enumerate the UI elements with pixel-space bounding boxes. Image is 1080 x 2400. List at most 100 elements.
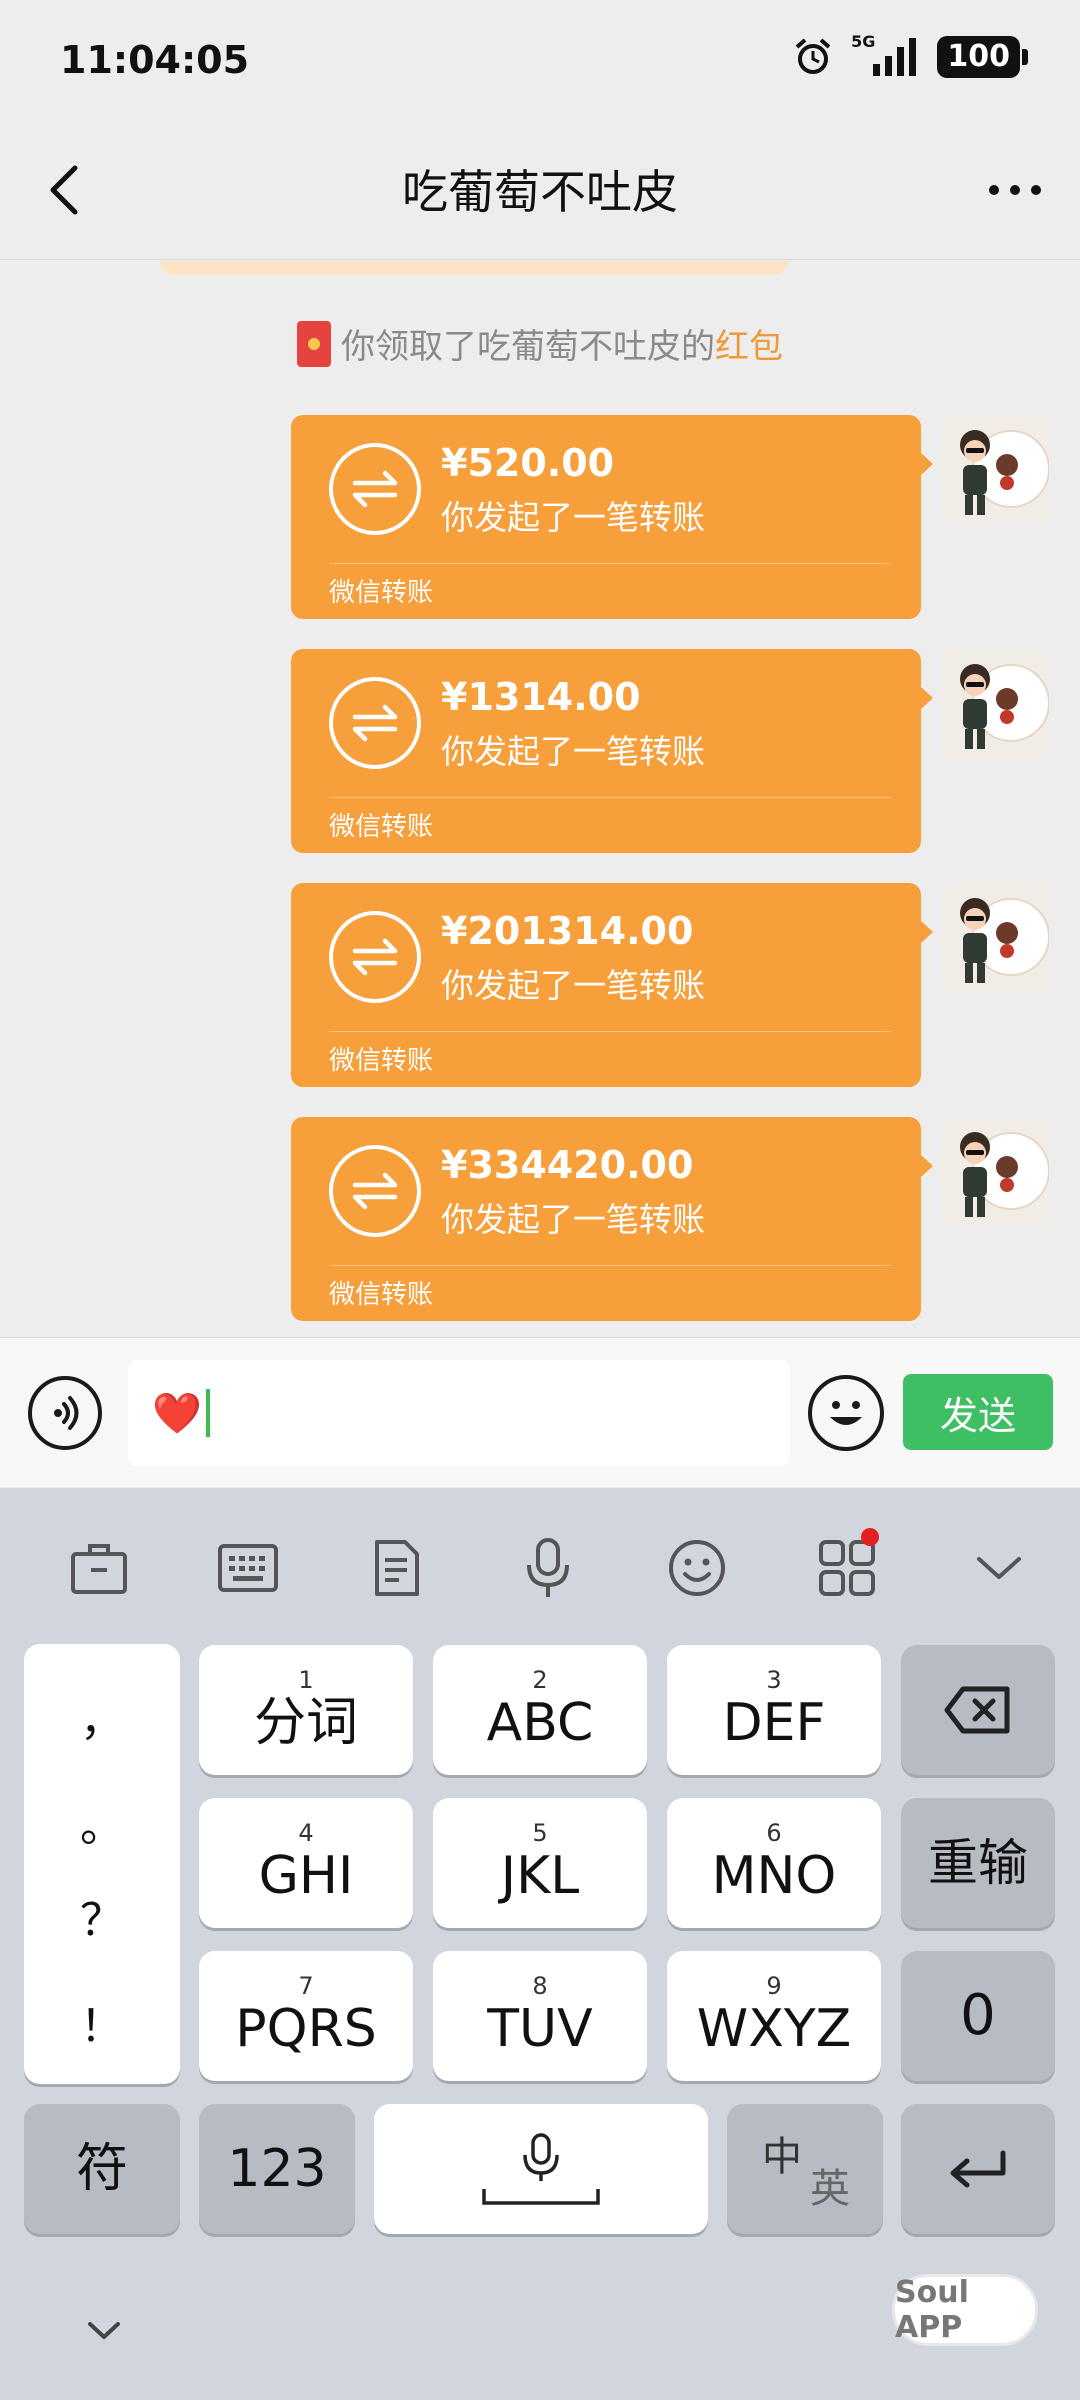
transfer-icon bbox=[329, 677, 421, 769]
key-9[interactable]: 9 WXYZ bbox=[667, 1951, 881, 2081]
key-8[interactable]: 8 TUV bbox=[433, 1951, 647, 2081]
key-label: TUV bbox=[487, 1999, 593, 2059]
message-row: ¥201314.00 你发起了一笔转账 微信转账 bbox=[0, 883, 1080, 1087]
key-label: MNO bbox=[711, 1846, 837, 1906]
punctuation-column[interactable]: ， 。 ？ ！ bbox=[24, 1644, 180, 2084]
input-bar: ❤️ 发送 bbox=[0, 1337, 1080, 1487]
message-row: ¥334420.00 你发起了一笔转账 微信转账 bbox=[0, 1117, 1080, 1321]
system-notice-text: 你领取了吃葡萄不吐皮的 bbox=[341, 327, 715, 367]
transfer-card[interactable]: ¥201314.00 你发起了一笔转账 微信转账 bbox=[291, 883, 933, 1087]
keyboard-toolbar bbox=[0, 1488, 1080, 1638]
transfer-description: 你发起了一笔转账 bbox=[441, 1200, 705, 1239]
send-button[interactable]: 发送 bbox=[903, 1374, 1053, 1450]
microphone-icon bbox=[482, 2133, 600, 2205]
key-number: 7 bbox=[298, 1972, 314, 2000]
punct-period[interactable]: 。 bbox=[24, 1790, 180, 1854]
message-row: ¥1314.00 你发起了一笔转账 微信转账 bbox=[0, 649, 1080, 853]
text-caret bbox=[205, 1389, 210, 1437]
key-6[interactable]: 6 MNO bbox=[667, 1798, 881, 1928]
transfer-divider bbox=[329, 797, 891, 798]
message-input[interactable]: ❤️ bbox=[128, 1360, 790, 1466]
transfer-card[interactable]: ¥334420.00 你发起了一笔转账 微信转账 bbox=[291, 1117, 933, 1321]
key-3[interactable]: 3 DEF bbox=[667, 1645, 881, 1775]
language-switch-key[interactable]: 中 英 bbox=[727, 2104, 883, 2234]
avatar[interactable] bbox=[941, 649, 1049, 757]
key-number: 9 bbox=[766, 1972, 782, 2000]
key-label: 符 bbox=[75, 2139, 128, 2199]
more-button[interactable] bbox=[980, 160, 1050, 220]
key-label: JKL bbox=[500, 1846, 580, 1906]
key-1[interactable]: 1 分词 bbox=[199, 1645, 413, 1775]
enter-icon bbox=[950, 2150, 1006, 2188]
avatar[interactable] bbox=[941, 883, 1049, 991]
key-label: DEF bbox=[722, 1693, 826, 1753]
key-number: 2 bbox=[532, 1666, 548, 1694]
voice-input-button[interactable] bbox=[28, 1376, 102, 1450]
status-bar: 11:04:05 5G 100 bbox=[0, 0, 1080, 120]
transfer-amount: ¥1314.00 bbox=[441, 675, 641, 719]
transfer-icon bbox=[329, 1145, 421, 1237]
system-notice: 你领取了吃葡萄不吐皮的 红包 bbox=[0, 319, 1080, 368]
hide-keyboard-button[interactable] bbox=[84, 2316, 124, 2356]
enter-key[interactable] bbox=[901, 2104, 1055, 2234]
chat-header: 吃葡萄不吐皮 bbox=[0, 120, 1080, 260]
key-label: 0 bbox=[960, 1983, 996, 2048]
battery-indicator: 100 bbox=[937, 36, 1028, 78]
numbers-key[interactable]: 123 bbox=[199, 2104, 355, 2234]
symbol-key[interactable]: 符 bbox=[24, 2104, 180, 2234]
briefcase-icon[interactable] bbox=[61, 1530, 137, 1606]
transfer-card[interactable]: ¥1314.00 你发起了一笔转账 微信转账 bbox=[291, 649, 933, 853]
transfer-divider bbox=[329, 1265, 891, 1266]
notification-dot bbox=[861, 1528, 879, 1546]
punct-exclamation[interactable]: ！ bbox=[24, 1990, 180, 2054]
space-key[interactable] bbox=[374, 2104, 708, 2234]
message-row: ¥520.00 你发起了一笔转账 微信转账 bbox=[0, 415, 1080, 619]
key-0[interactable]: 0 bbox=[901, 1951, 1055, 2081]
key-4[interactable]: 4 GHI bbox=[199, 1798, 413, 1928]
clipboard-icon[interactable] bbox=[359, 1530, 435, 1606]
key-number: 4 bbox=[298, 1819, 314, 1847]
emoji-icon[interactable] bbox=[659, 1530, 735, 1606]
key-number: 8 bbox=[532, 1972, 548, 2000]
chevron-down-icon[interactable] bbox=[961, 1530, 1037, 1606]
transfer-description: 你发起了一笔转账 bbox=[441, 966, 705, 1005]
network-type: 5G bbox=[851, 31, 876, 51]
red-packet-link[interactable]: 红包 bbox=[715, 319, 783, 368]
key-label: WXYZ bbox=[696, 1999, 852, 2059]
reenter-key[interactable]: 重输 bbox=[901, 1798, 1055, 1928]
punct-comma[interactable]: ， bbox=[24, 1684, 180, 1748]
key-label: 重输 bbox=[928, 1834, 1028, 1892]
alarm-icon bbox=[795, 38, 831, 74]
soul-app-watermark: Soul APP bbox=[892, 2274, 1038, 2346]
key-label: GHI bbox=[258, 1846, 354, 1906]
transfer-amount: ¥334420.00 bbox=[441, 1143, 694, 1187]
signal-icon bbox=[873, 38, 917, 76]
transfer-description: 你发起了一笔转账 bbox=[441, 732, 705, 771]
message-list[interactable]: 你领取了吃葡萄不吐皮的 红包 ¥520.00 你发起了一笔转账 微信转账 ¥13… bbox=[0, 261, 1080, 1336]
key-7[interactable]: 7 PQRS bbox=[199, 1951, 413, 2081]
transfer-footer: 微信转账 bbox=[329, 578, 434, 608]
backspace-key[interactable] bbox=[901, 1645, 1055, 1775]
keyboard-icon[interactable] bbox=[210, 1530, 286, 1606]
transfer-footer: 微信转账 bbox=[329, 1046, 434, 1076]
key-number: 1 bbox=[298, 1666, 314, 1694]
keyboard: ， 。 ？ ！ 1 分词 2 ABC 3 DEF 4 GHI 5 JKL 6 M… bbox=[0, 1488, 1080, 2400]
language-switch-label: 中 英 bbox=[760, 2124, 850, 2214]
avatar[interactable] bbox=[941, 1117, 1049, 1225]
chevron-down-icon bbox=[88, 2322, 120, 2339]
key-label: 分词 bbox=[253, 1693, 358, 1753]
transfer-card[interactable]: ¥520.00 你发起了一笔转账 微信转账 bbox=[291, 415, 933, 619]
key-2[interactable]: 2 ABC bbox=[433, 1645, 647, 1775]
emoji-button[interactable] bbox=[808, 1375, 884, 1451]
transfer-icon bbox=[329, 911, 421, 1003]
punct-question[interactable]: ？ bbox=[24, 1884, 180, 1948]
microphone-icon[interactable] bbox=[510, 1530, 586, 1606]
key-label: PQRS bbox=[235, 1999, 377, 2059]
key-label: 123 bbox=[227, 2139, 327, 2199]
key-number: 3 bbox=[766, 1666, 782, 1694]
transfer-amount: ¥520.00 bbox=[441, 441, 615, 485]
apps-icon[interactable] bbox=[809, 1528, 885, 1606]
more-icon bbox=[989, 185, 1041, 195]
avatar[interactable] bbox=[941, 415, 1049, 523]
key-5[interactable]: 5 JKL bbox=[433, 1798, 647, 1928]
